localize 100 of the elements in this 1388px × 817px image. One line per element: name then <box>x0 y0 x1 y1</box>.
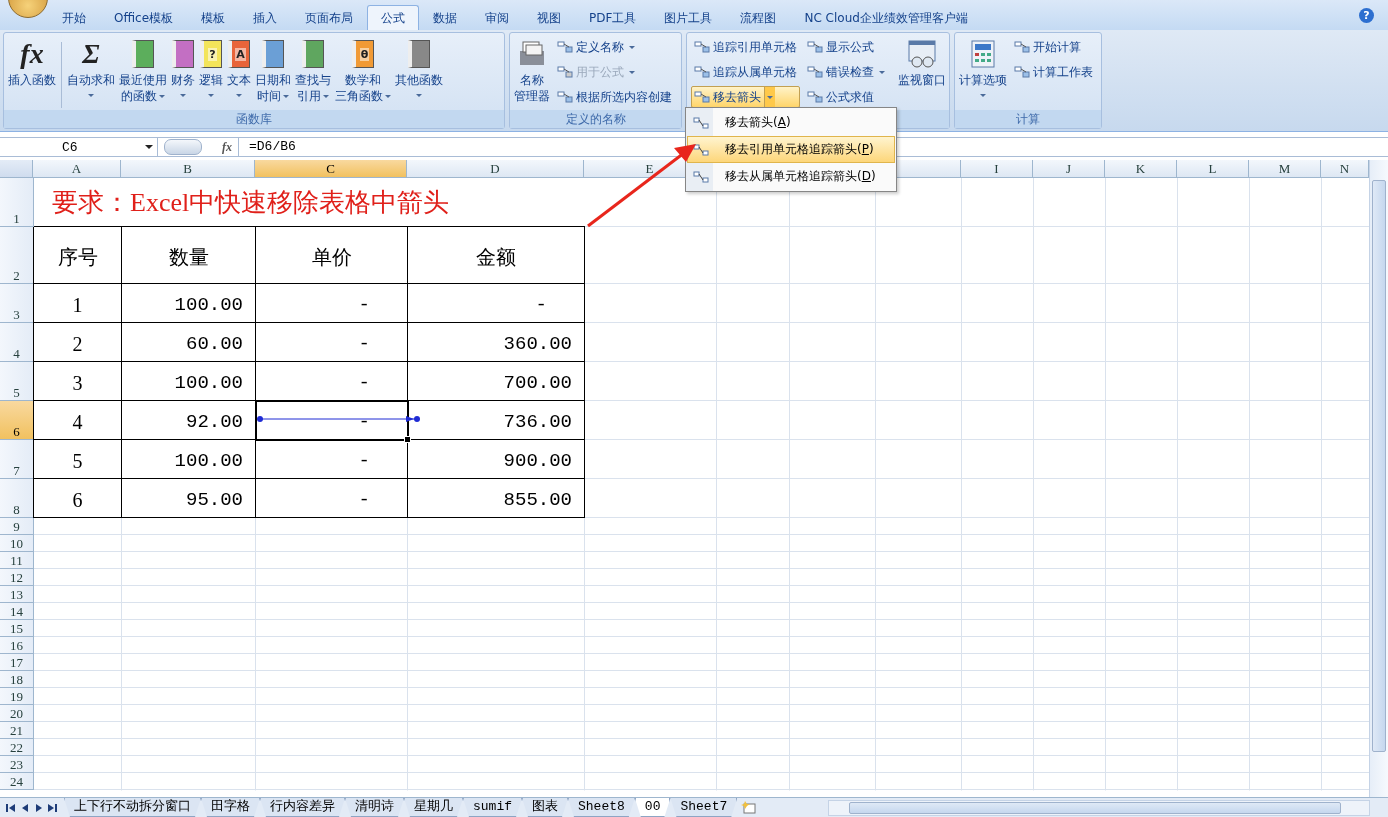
table-cell[interactable]: 1 <box>34 284 122 323</box>
table-cell[interactable]: 736.00 <box>408 401 585 440</box>
ribbon-tab[interactable]: 图片工具 <box>650 5 727 30</box>
ribbon-button[interactable]: 移去箭头 <box>691 86 800 108</box>
sheet-tab[interactable]: Sheet8 <box>568 798 635 817</box>
row-header[interactable]: 4 <box>0 323 34 362</box>
ribbon-tab[interactable]: 插入 <box>239 5 292 30</box>
ribbon-tab[interactable]: 页面布局 <box>291 5 368 30</box>
ribbon-button[interactable]: 监视窗口 <box>896 36 948 88</box>
ribbon-button[interactable]: 追踪从属单元格 <box>691 61 800 83</box>
sheet-tab[interactable]: 行内容差异 <box>260 798 345 817</box>
row-header[interactable]: 23 <box>0 756 34 773</box>
table-cell[interactable]: 92.00 <box>122 401 256 440</box>
table-cell[interactable]: 4 <box>34 401 122 440</box>
row-header[interactable]: 21 <box>0 722 34 739</box>
ribbon-button[interactable]: 开始计算 <box>1011 36 1096 58</box>
ribbon-tab[interactable]: 数据 <box>419 5 472 30</box>
ribbon-button[interactable]: 公式求值 <box>804 86 888 108</box>
table-cell[interactable]: 5 <box>34 440 122 479</box>
table-cell[interactable]: - <box>256 401 408 440</box>
row-header[interactable]: 22 <box>0 739 34 756</box>
column-header[interactable]: I <box>961 160 1033 178</box>
ribbon-button[interactable]: fx 插入函数 <box>6 36 58 88</box>
vertical-scrollbar[interactable] <box>1369 160 1388 797</box>
row-header[interactable]: 1 <box>0 178 34 227</box>
ribbon-button[interactable]: 最近使用 的函数 <box>117 36 169 104</box>
table-cell[interactable]: - <box>256 362 408 401</box>
ribbon-button[interactable]: 追踪引用单元格 <box>691 36 800 58</box>
row-header[interactable]: 2 <box>0 227 34 284</box>
table-cell[interactable]: - <box>408 284 585 323</box>
table-cell[interactable]: 100.00 <box>122 284 256 323</box>
row-header[interactable]: 20 <box>0 705 34 722</box>
row-header[interactable]: 9 <box>0 518 34 535</box>
sheet-tab[interactable]: 上下行不动拆分窗口 <box>64 798 201 817</box>
row-header[interactable]: 13 <box>0 586 34 603</box>
table-cell[interactable]: 360.00 <box>408 323 585 362</box>
ribbon-tab[interactable]: NC Cloud企业绩效管理客户端 <box>790 5 982 30</box>
ribbon-button[interactable]: 计算选项 <box>957 36 1009 102</box>
row-header[interactable]: 24 <box>0 773 34 790</box>
row-header[interactable]: 11 <box>0 552 34 569</box>
ribbon-button[interactable]: Σ 自动求和 <box>65 36 117 102</box>
table-cell[interactable]: 100.00 <box>122 440 256 479</box>
sheet-tab[interactable]: 00 <box>634 798 671 817</box>
table-cell[interactable]: 900.00 <box>408 440 585 479</box>
ribbon-tab[interactable]: 公式 <box>367 5 420 30</box>
table-cell[interactable]: - <box>256 440 408 479</box>
table-cell[interactable]: - <box>256 479 408 518</box>
table-cell[interactable]: 60.00 <box>122 323 256 362</box>
sheet-tab[interactable]: 田字格 <box>201 798 260 817</box>
row-header[interactable]: 17 <box>0 654 34 671</box>
ribbon-button[interactable]: 日期和 时间 <box>253 36 293 104</box>
column-header[interactable]: M <box>1249 160 1321 178</box>
ribbon-button[interactable]: 显示公式 <box>804 36 888 58</box>
column-header[interactable]: C <box>255 160 407 178</box>
row-header[interactable]: 14 <box>0 603 34 620</box>
row-header[interactable]: 15 <box>0 620 34 637</box>
ribbon-tab[interactable]: 视图 <box>523 5 576 30</box>
insert-sheet-icon[interactable] <box>741 800 758 815</box>
ribbon-tab[interactable]: PDF工具 <box>575 5 651 30</box>
ribbon-tab[interactable]: Office模板 <box>100 5 188 30</box>
row-header[interactable]: 7 <box>0 440 34 479</box>
row-header[interactable]: 5 <box>0 362 34 401</box>
table-cell[interactable]: 单价 <box>256 227 408 284</box>
ribbon-button[interactable]: ? 逻辑 <box>197 36 225 102</box>
ribbon-button[interactable]: 计算工作表 <box>1011 61 1096 83</box>
row-header[interactable]: 16 <box>0 637 34 654</box>
column-header[interactable]: N <box>1321 160 1369 178</box>
row-header[interactable]: 6 <box>0 401 34 440</box>
table-cell[interactable]: 2 <box>34 323 122 362</box>
column-header[interactable]: A <box>33 160 121 178</box>
row-header[interactable]: 10 <box>0 535 34 552</box>
column-header[interactable]: J <box>1033 160 1105 178</box>
table-cell[interactable]: 95.00 <box>122 479 256 518</box>
table-cell[interactable]: 6 <box>34 479 122 518</box>
column-header[interactable]: B <box>121 160 255 178</box>
ribbon-tab[interactable]: 审阅 <box>471 5 524 30</box>
column-header[interactable]: D <box>407 160 584 178</box>
menu-item[interactable]: 移去箭头(A) <box>687 109 895 136</box>
sheet-tab[interactable]: 星期几 <box>404 798 463 817</box>
table-cell[interactable]: 数量 <box>122 227 256 284</box>
table-cell[interactable]: 100.00 <box>122 362 256 401</box>
horizontal-scrollbar[interactable] <box>828 799 1370 816</box>
ribbon-button[interactable]: 定义名称 <box>554 36 675 58</box>
ribbon-button[interactable]: 查找与 引用 <box>293 36 333 104</box>
table-cell[interactable]: - <box>256 323 408 362</box>
column-header[interactable]: L <box>1177 160 1249 178</box>
name-box[interactable]: C6 <box>0 138 158 156</box>
ribbon-tab[interactable]: 模板 <box>187 5 240 30</box>
splitter-handle[interactable] <box>164 139 202 155</box>
sheet-tab[interactable]: sumif <box>463 798 522 817</box>
table-cell[interactable]: - <box>256 284 408 323</box>
row-header[interactable]: 19 <box>0 688 34 705</box>
row-header[interactable]: 12 <box>0 569 34 586</box>
column-header[interactable]: K <box>1105 160 1177 178</box>
ribbon-button[interactable]: 名称 管理器 <box>512 36 552 104</box>
ribbon-tab[interactable]: 开始 <box>48 5 100 30</box>
help-icon[interactable]: ? <box>1359 7 1374 23</box>
ribbon-button[interactable]: 错误检查 <box>804 61 888 83</box>
table-cell[interactable]: 700.00 <box>408 362 585 401</box>
table-cell[interactable]: 3 <box>34 362 122 401</box>
